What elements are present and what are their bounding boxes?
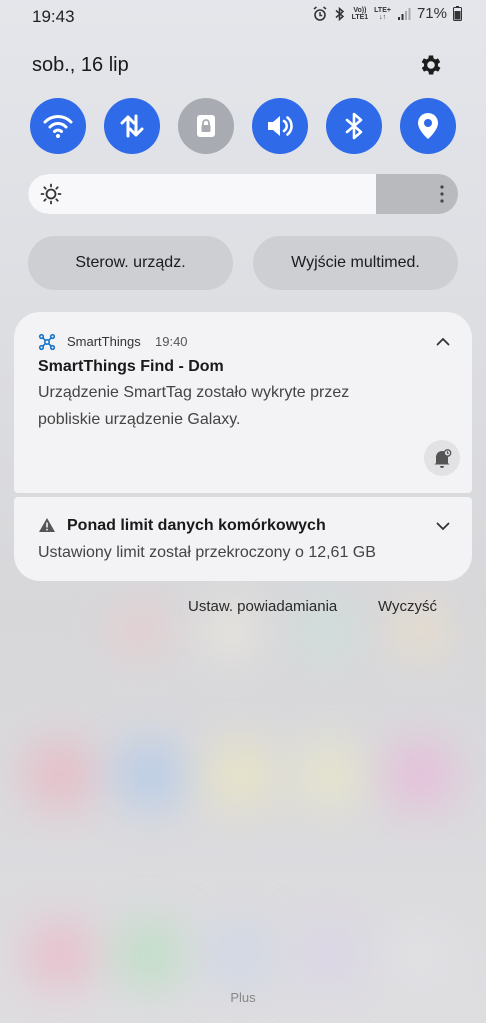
notification-body: Ustawiony limit został przekroczony o 12… xyxy=(38,544,376,561)
date-label: sob., 16 lip xyxy=(32,54,129,76)
location-toggle[interactable] xyxy=(400,98,456,154)
bell-icon xyxy=(434,449,452,468)
bluetooth-icon xyxy=(345,112,363,140)
notification-body-line1: Urządzenie SmartTag zostało wykryte prze… xyxy=(38,384,350,401)
bluetooth-status-icon xyxy=(335,6,344,21)
clear-all-button[interactable]: Wyczyść xyxy=(378,598,437,615)
device-control-label: Sterow. urządz. xyxy=(75,254,186,271)
notification-smartthings[interactable]: SmartThings 19:40 SmartThings Find - Dom… xyxy=(14,312,472,493)
media-output-label: Wyjście multimed. xyxy=(291,254,420,271)
data-arrows-icon: ↓↑ xyxy=(379,13,387,21)
media-output-button[interactable]: Wyjście multimed. xyxy=(253,236,458,290)
mobile-data-icon xyxy=(120,114,144,138)
status-bar: 19:43 Vo)) LTE1 LTE+ ↓↑ 71% xyxy=(0,0,486,34)
sound-toggle[interactable] xyxy=(252,98,308,154)
chevron-down-icon[interactable] xyxy=(436,522,450,531)
status-icons: Vo)) LTE1 LTE+ ↓↑ 71% xyxy=(312,5,462,22)
location-icon xyxy=(418,113,438,139)
notification-app-name: SmartThings xyxy=(67,334,141,349)
lock-screen-rotation-icon xyxy=(197,115,215,137)
brightness-fill xyxy=(28,174,377,214)
notification-title: Ponad limit danych komórkowych xyxy=(67,517,326,534)
alarm-icon xyxy=(313,5,327,21)
rotation-lock-toggle[interactable] xyxy=(178,98,234,154)
battery-icon xyxy=(453,6,462,21)
battery-percent: 71% xyxy=(416,5,447,22)
carrier-label: Plus xyxy=(230,990,256,1005)
notification-alert-button[interactable] xyxy=(424,440,460,476)
notification-body-line2: pobliskie urządzenie Galaxy. xyxy=(38,411,241,428)
notification-settings-button[interactable]: Ustaw. powiadamiania xyxy=(188,598,337,615)
brightness-slider[interactable] xyxy=(28,174,458,214)
gear-icon[interactable] xyxy=(418,52,444,78)
wifi-toggle[interactable] xyxy=(30,98,86,154)
bluetooth-toggle[interactable] xyxy=(326,98,382,154)
notification-data-limit[interactable]: Ponad limit danych komórkowych Ustawiony… xyxy=(14,497,472,581)
volte-indicator: Vo)) LTE1 xyxy=(351,6,369,21)
status-time: 19:43 xyxy=(32,7,75,26)
quick-settings xyxy=(0,98,486,156)
brightness-sun-icon xyxy=(40,183,62,205)
network-type: LTE+ ↓↑ xyxy=(374,6,391,21)
notification-time: 19:40 xyxy=(155,334,188,349)
mobile-data-toggle[interactable] xyxy=(104,98,160,154)
wifi-icon xyxy=(43,115,73,138)
warning-icon xyxy=(39,518,55,532)
sound-icon xyxy=(268,116,293,136)
smartthings-icon xyxy=(38,333,56,351)
notification-title: SmartThings Find - Dom xyxy=(38,358,224,375)
device-control-button[interactable]: Sterow. urządz. xyxy=(28,236,233,290)
more-options-icon[interactable] xyxy=(440,184,444,204)
signal-icon xyxy=(397,7,411,20)
chevron-up-icon[interactable] xyxy=(436,337,450,346)
